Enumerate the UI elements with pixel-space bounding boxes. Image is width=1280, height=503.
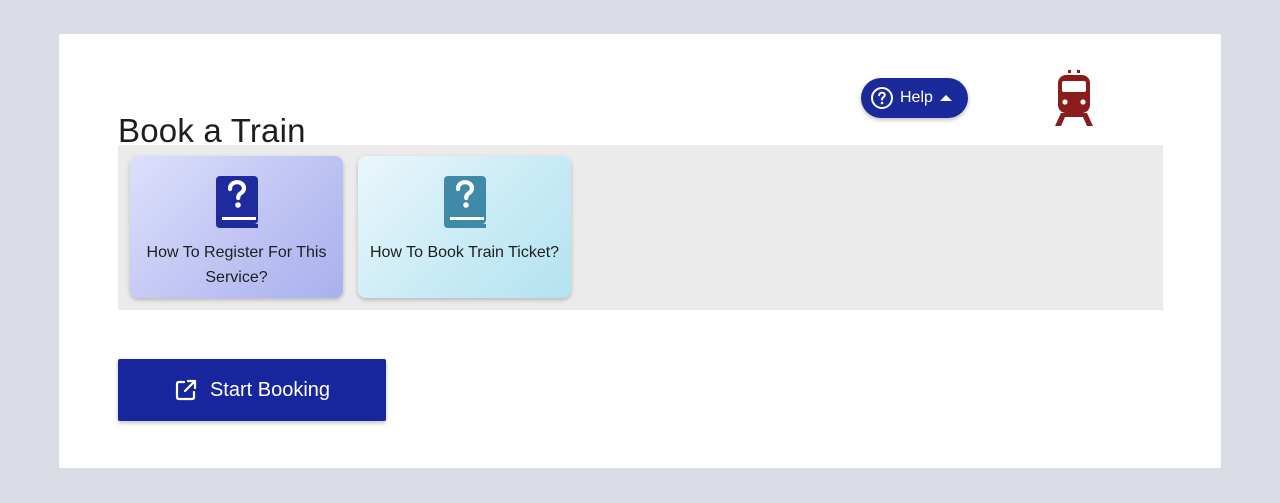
help-button-label: Help (900, 89, 933, 106)
help-button[interactable]: Help (861, 78, 968, 118)
start-booking-label: Start Booking (209, 378, 331, 401)
open-external-icon (174, 378, 198, 402)
start-booking-button[interactable]: Start Booking (118, 359, 386, 421)
booking-card: Book a Train Help How To Register For Th… (59, 34, 1221, 468)
caret-up-icon (939, 95, 952, 101)
faq-card-label: How To Book Train Ticket? (369, 244, 560, 261)
train-icon (1052, 69, 1096, 127)
help-circle-icon (870, 86, 894, 110)
faq-card-book-ticket[interactable]: How To Book Train Ticket? (358, 156, 571, 298)
help-book-icon (214, 176, 260, 228)
help-articles-strip: How To Register For This Service? How To… (118, 145, 1163, 310)
faq-card-register[interactable]: How To Register For This Service? (130, 156, 343, 298)
help-book-icon (442, 176, 488, 228)
faq-card-label: How To Register For This Service? (146, 244, 327, 286)
